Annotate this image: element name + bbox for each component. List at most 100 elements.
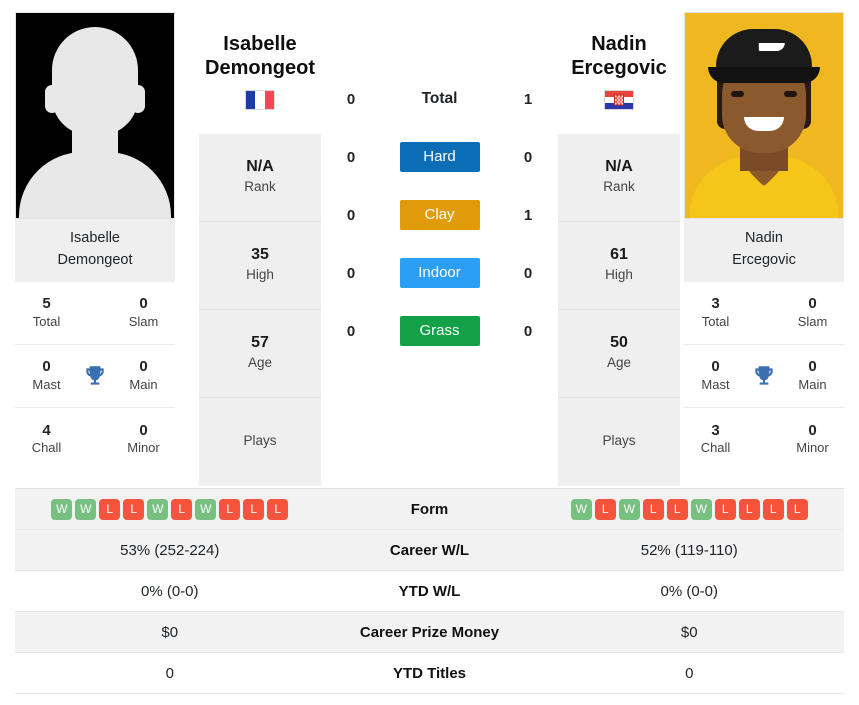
right-titles-row-total-slam: 3 Total 0 Slam (684, 282, 844, 345)
comparison-table: WWLLWLWLLL Form WLWLLWLLLL 53% (252-224)… (15, 488, 844, 694)
h2h-total-label: Total (421, 90, 458, 107)
form-badge-l: L (171, 498, 193, 520)
left-form-badges: WWLLWLWLLL (51, 498, 289, 520)
right-plays-cell: Plays (602, 433, 636, 449)
surface-badge-hard: Hard (399, 141, 480, 173)
left-career-wl: 53% (252-224) (120, 541, 220, 559)
table-label-career-prize-money: Career Prize Money (359, 623, 500, 641)
right-player-flag-wrap (558, 89, 680, 110)
h2h-row-indoor: 0 Indoor 0 (325, 244, 554, 302)
right-titles-minor: 0 Minor (796, 421, 829, 456)
right-player-info-column: Nadin Ercegovic N/A Rank 61 High 50 Age … (554, 12, 684, 486)
left-player-photo-caption: Isabelle Demongeot (15, 219, 175, 282)
left-player-titles-grid: 5 Total 0 Slam 0 Mast 0 Main 4 Chall 0 M… (15, 282, 175, 471)
right-player-rank-card: N/A Rank 61 High 50 Age Plays (558, 133, 680, 486)
form-badge-l: L (594, 498, 616, 520)
h2h-indoor-right: 0 (523, 264, 533, 282)
left-ytd-titles: 0 (165, 664, 174, 682)
form-badge-l: L (786, 498, 808, 520)
right-form-badges: WLWLLWLLLL (570, 498, 808, 520)
right-titles-total: 3 Total (701, 295, 730, 329)
surface-badge-grass: Grass (399, 315, 480, 347)
form-badge-l: L (219, 498, 241, 520)
left-high-cell: 35 High (199, 222, 321, 310)
croatia-flag-icon (604, 89, 634, 110)
form-badge-l: L (714, 498, 736, 520)
left-titles-slam: 0 Slam (128, 295, 159, 329)
right-player-titles-grid: 3 Total 0 Slam 0 Mast 0 Main 3 Chall 0 M… (684, 282, 844, 471)
right-career-wl: 52% (119-110) (640, 541, 738, 559)
table-label-ytd-titles: YTD Titles (392, 664, 467, 682)
left-caption-line1: Isabelle (70, 230, 120, 246)
right-caption-line1: Nadin (745, 230, 783, 246)
left-age-cell: 57 Age (199, 310, 321, 398)
h2h-clay-right: 1 (523, 206, 533, 224)
table-row-career-wl: 53% (252-224) Career W/L 52% (119-110) (15, 530, 844, 571)
table-row-career-prize-money: $0 Career Prize Money $0 (15, 612, 844, 653)
right-player-card: Nadin Ercegovic 3 Total 0 Slam 0 Mast 0 … (684, 12, 844, 471)
left-form-cell: WWLLWLWLLL (15, 498, 325, 520)
form-badge-w: W (147, 498, 169, 520)
right-player-photo-caption: Nadin Ercegovic (684, 219, 844, 282)
table-row-form: WWLLWLWLLL Form WLWLLWLLLL (15, 489, 844, 530)
left-career-prize-money: $0 (161, 623, 179, 641)
left-titles-main: 0 Main (129, 358, 158, 392)
form-badge-l: L (267, 498, 289, 520)
left-player-info-column: Isabelle Demongeot N/A Rank 35 High 57 A… (195, 12, 325, 486)
form-badge-l: L (243, 498, 265, 520)
trophy-icon (747, 363, 781, 389)
h2h-row-hard: 0 Hard 0 (325, 128, 554, 186)
right-ytd-titles: 0 (685, 664, 694, 682)
table-label-ytd-wl: YTD W/L (398, 582, 461, 600)
left-rank-cell: N/A Rank (199, 134, 321, 222)
form-badge-w: W (570, 498, 592, 520)
right-age-cell: 50 Age (558, 310, 680, 398)
h2h-hard-right: 0 (523, 148, 533, 166)
left-player-rank-card: N/A Rank 35 High 57 Age Plays (199, 133, 321, 486)
right-player-photo (684, 12, 844, 219)
h2h-row-total: 0 Total 1 (325, 70, 554, 128)
form-badge-w: W (690, 498, 712, 520)
left-player-flag-wrap (199, 89, 321, 110)
form-badge-l: L (738, 498, 760, 520)
right-rank-cell: N/A Rank (558, 134, 680, 222)
h2h-clay-left: 0 (346, 206, 356, 224)
form-badge-l: L (99, 498, 121, 520)
form-badge-w: W (618, 498, 640, 520)
right-form-cell: WLWLLWLLLL (535, 498, 845, 520)
right-caption-line2: Ercegovic (732, 252, 796, 269)
surface-badge-clay: Clay (399, 199, 480, 231)
right-player-name: Nadin Ercegovic (571, 33, 667, 80)
trophy-icon (78, 363, 112, 389)
form-badge-w: W (75, 498, 97, 520)
form-badge-l: L (762, 498, 784, 520)
left-caption-line2: Demongeot (57, 252, 133, 269)
h2h-row-clay: 0 Clay 1 (325, 186, 554, 244)
h2h-surface-column: 0 Total 1 0 Hard 0 0 Clay 1 0 Indoor 0 0… (325, 12, 554, 360)
head-to-head-top-section: Isabelle Demongeot 5 Total 0 Slam 0 Mast (0, 0, 859, 488)
h2h-grass-right: 0 (523, 322, 533, 340)
left-titles-mast: 0 Mast (32, 358, 61, 392)
right-ytd-wl: 0% (0-0) (660, 582, 719, 600)
player-portrait-image (685, 13, 843, 218)
left-plays-cell: Plays (243, 433, 277, 449)
left-ytd-wl: 0% (0-0) (140, 582, 199, 600)
table-label-career-wl: Career W/L (389, 541, 470, 559)
right-titles-row-mast-main: 0 Mast 0 Main (684, 345, 844, 408)
h2h-indoor-left: 0 (346, 264, 356, 282)
left-titles-chall: 4 Chall (31, 421, 62, 456)
h2h-grass-left: 0 (346, 322, 356, 340)
surface-badge-indoor: Indoor (399, 257, 480, 289)
h2h-hard-left: 0 (346, 148, 356, 166)
form-badge-w: W (195, 498, 217, 520)
right-titles-mast: 0 Mast (701, 358, 730, 392)
left-titles-row-mast-main: 0 Mast 0 Main (15, 345, 175, 408)
form-badge-l: L (123, 498, 145, 520)
table-row-ytd-wl: 0% (0-0) YTD W/L 0% (0-0) (15, 571, 844, 612)
left-titles-row-chall-minor: 4 Chall 0 Minor (15, 408, 175, 471)
form-badge-l: L (642, 498, 664, 520)
h2h-total-left: 0 (346, 90, 356, 108)
silhouette-avatar-icon (16, 13, 174, 218)
form-badge-w: W (51, 498, 73, 520)
left-player-card: Isabelle Demongeot 5 Total 0 Slam 0 Mast (15, 12, 175, 471)
